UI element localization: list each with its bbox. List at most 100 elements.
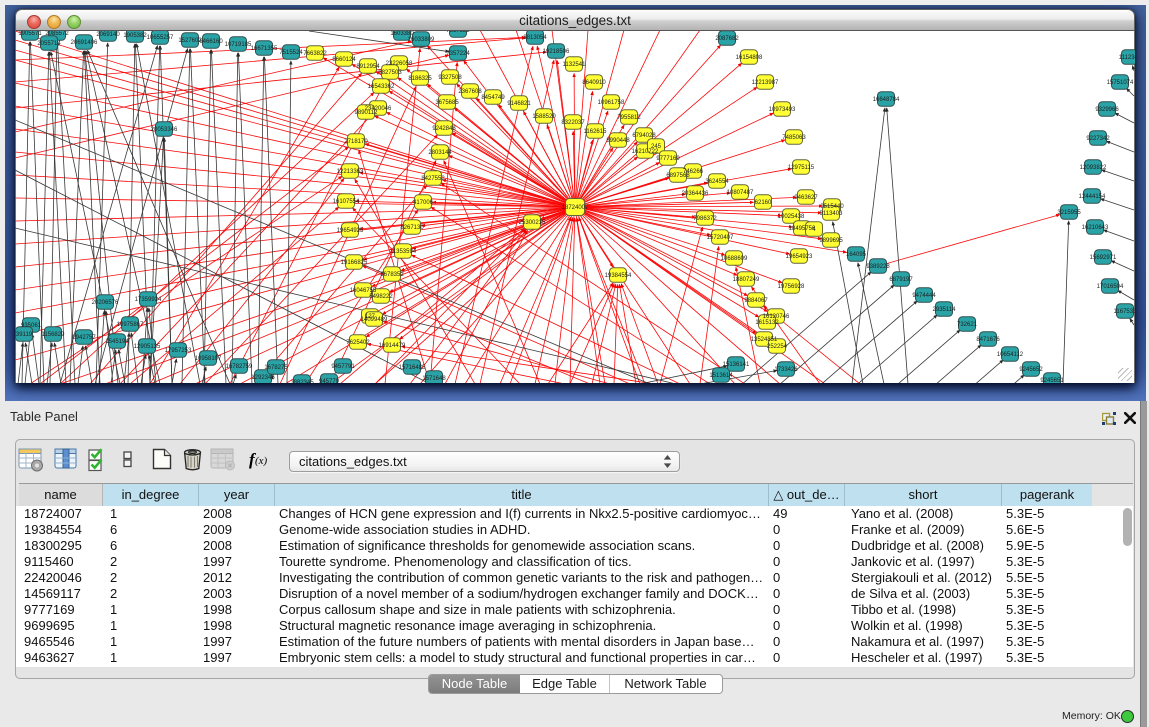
svg-text:8660124: 8660124 [332, 57, 356, 63]
svg-text:9329966: 9329966 [1095, 107, 1119, 113]
svg-text:2085572: 2085572 [45, 31, 69, 37]
svg-text:12905135: 12905135 [134, 344, 161, 350]
svg-text:417006: 417006 [413, 200, 434, 206]
svg-text:7663822: 7663822 [303, 51, 327, 57]
svg-text:20053346: 20053346 [151, 127, 178, 133]
svg-text:2055714: 2055714 [37, 41, 61, 47]
svg-text:7986372: 7986372 [693, 216, 717, 222]
svg-text:1292346: 1292346 [251, 375, 275, 381]
svg-text:5498222: 5498222 [369, 294, 393, 300]
svg-text:8678352: 8678352 [380, 272, 404, 278]
svg-text:6879197: 6879197 [889, 277, 913, 283]
svg-text:7485063: 7485063 [782, 135, 806, 141]
svg-text:8427552: 8427552 [421, 176, 445, 182]
svg-text:9884067: 9884067 [744, 298, 768, 304]
svg-text:10654112: 10654112 [997, 352, 1024, 358]
svg-text:15716485: 15716485 [399, 365, 426, 371]
svg-text:10025438: 10025438 [778, 214, 805, 220]
svg-text:945779: 945779 [319, 379, 340, 383]
svg-text:10975867: 10975867 [117, 322, 144, 328]
svg-text:10719185: 10719185 [225, 42, 252, 48]
svg-text:16671355: 16671355 [251, 46, 278, 52]
svg-text:16154808: 16154808 [736, 55, 763, 61]
svg-text:8186325: 8186325 [408, 76, 432, 82]
svg-text:12213363: 12213363 [337, 169, 364, 175]
svg-text:15692971: 15692971 [1090, 255, 1117, 261]
svg-text:3675685: 3675685 [435, 100, 459, 106]
svg-text:9245652: 9245652 [1019, 367, 1043, 373]
svg-text:10807487: 10807487 [727, 190, 754, 196]
svg-text:20206576: 20206576 [92, 300, 119, 306]
svg-text:8471676: 8471676 [976, 337, 1000, 343]
svg-text:7955812: 7955812 [617, 115, 641, 121]
svg-text:1905571: 1905571 [18, 31, 42, 37]
svg-text:18724007: 18724007 [562, 205, 589, 211]
svg-text:8322037: 8322037 [561, 120, 585, 126]
svg-text:16033809: 16033809 [408, 37, 435, 43]
svg-text:18807249: 18807249 [733, 277, 760, 283]
svg-text:62160: 62160 [755, 200, 772, 206]
svg-text:1615132: 1615132 [755, 320, 779, 326]
svg-text:8640910: 8640910 [582, 80, 606, 86]
svg-text:17957253: 17957253 [165, 348, 192, 354]
svg-text:1588520: 1588520 [532, 114, 556, 120]
svg-text:3215955: 3215955 [1057, 210, 1081, 216]
svg-text:39119: 39119 [16, 332, 33, 338]
svg-text:25300215: 25300215 [519, 220, 546, 226]
svg-text:3624554: 3624554 [705, 179, 729, 185]
svg-text:935061: 935061 [21, 323, 42, 329]
svg-text:2803144: 2803144 [428, 150, 452, 156]
svg-text:2087682: 2087682 [715, 36, 739, 42]
svg-text:2718170: 2718170 [344, 139, 368, 145]
svg-text:9777169: 9777169 [656, 156, 680, 162]
svg-text:15720407: 15720407 [707, 235, 734, 241]
svg-text:9227342: 9227342 [1086, 136, 1110, 142]
svg-text:164095: 164095 [846, 252, 867, 258]
svg-text:23226058: 23226058 [386, 61, 413, 67]
svg-text:1545194: 1545194 [105, 339, 129, 345]
svg-text:9389228: 9389228 [866, 264, 890, 270]
svg-text:12213987: 12213987 [752, 80, 779, 86]
svg-text:20364436: 20364436 [682, 191, 709, 197]
svg-text:9515440: 9515440 [820, 204, 844, 210]
svg-text:8912954: 8912954 [356, 64, 380, 70]
svg-text:9474444: 9474444 [912, 293, 936, 299]
svg-text:9463627: 9463627 [794, 195, 818, 201]
svg-text:10688609: 10688609 [721, 256, 748, 262]
svg-text:9113403: 9113403 [820, 211, 844, 217]
svg-text:12444154: 12444154 [1079, 194, 1106, 200]
svg-text:1882345: 1882345 [290, 380, 314, 383]
svg-text:19654925: 19654925 [337, 228, 364, 234]
svg-text:12975115: 12975115 [788, 165, 815, 171]
svg-text:19654923: 19654923 [786, 254, 813, 260]
svg-text:10958107: 10958107 [195, 356, 222, 362]
svg-text:9327508: 9327508 [438, 75, 462, 81]
svg-text:1112345: 1112345 [1119, 55, 1135, 61]
svg-text:16914479: 16914479 [379, 343, 406, 349]
svg-text:6897568: 6897568 [666, 173, 690, 179]
svg-text:14099489: 14099489 [361, 317, 388, 323]
svg-text:9457791: 9457791 [331, 364, 355, 370]
svg-text:7515524: 7515524 [279, 50, 303, 56]
svg-text:1905382: 1905382 [123, 33, 147, 39]
svg-text:245: 245 [651, 144, 662, 150]
svg-text:2069140: 2069140 [96, 32, 120, 38]
svg-text:20691406: 20691406 [71, 40, 98, 46]
svg-text:252254: 252254 [767, 344, 788, 350]
svg-text:19218506: 19218506 [543, 49, 570, 55]
svg-text:15136141: 15136141 [723, 362, 750, 368]
svg-text:(x): (x) [255, 455, 268, 467]
svg-text:8267130: 8267130 [400, 225, 424, 231]
svg-text:16210643: 16210643 [1082, 225, 1109, 231]
svg-text:1167533: 1167533 [1114, 309, 1135, 315]
svg-text:12093822: 12093822 [1080, 165, 1107, 171]
svg-text:9827503: 9827503 [378, 70, 402, 76]
svg-text:17359924: 17359924 [135, 297, 162, 303]
svg-text:1678275: 1678275 [264, 365, 288, 371]
svg-text:9890112: 9890112 [355, 110, 379, 116]
svg-text:17016504: 17016504 [1097, 284, 1124, 290]
svg-text:1571648: 1571648 [422, 376, 446, 382]
svg-text:16543362: 16543362 [368, 84, 395, 90]
svg-text:10655257: 10655257 [147, 35, 174, 41]
svg-text:10961758: 10961758 [598, 100, 625, 106]
